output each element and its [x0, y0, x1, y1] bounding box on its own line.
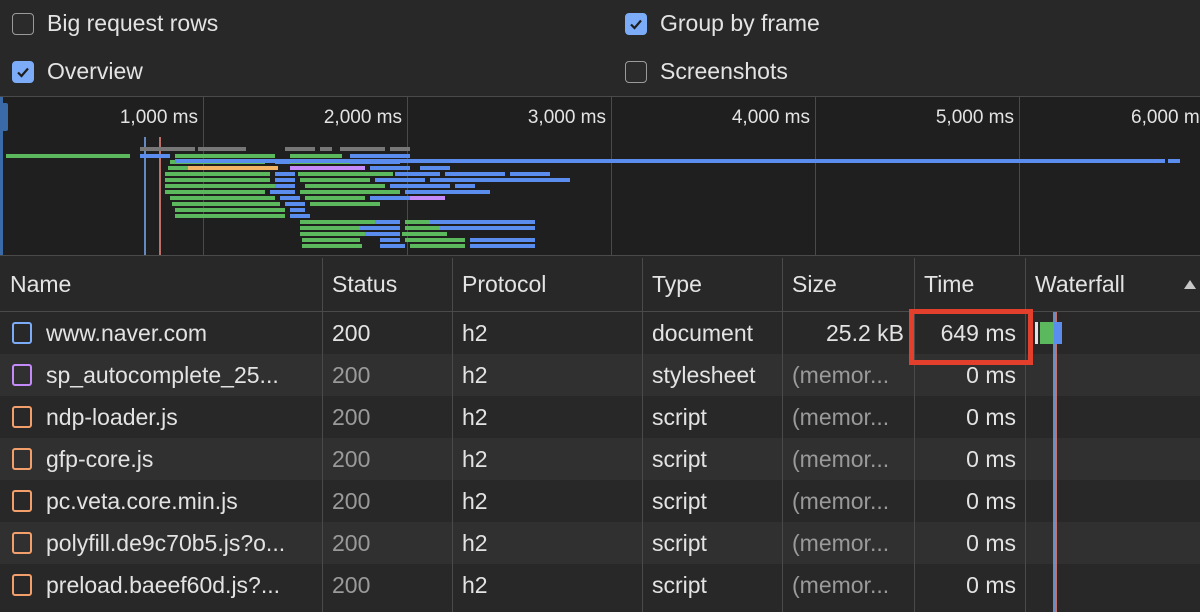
gray-bars	[140, 147, 410, 151]
request-protocol: h2	[462, 446, 488, 472]
table-row[interactable]: ndp-loader.js 200 h2 script (memor... 0 ms	[0, 396, 1200, 438]
script-icon	[12, 448, 32, 470]
waterfall-download-bar	[1054, 322, 1062, 344]
request-status: 200	[332, 404, 371, 430]
request-name[interactable]: sp_autocomplete_25...	[46, 354, 318, 396]
waterfall-header-label: Waterfall	[1035, 271, 1125, 297]
column-header-size[interactable]: Size	[782, 258, 914, 311]
big-request-rows-setting[interactable]: Big request rows	[12, 10, 218, 37]
purple-bar	[410, 196, 445, 200]
network-overview-timeline[interactable]: 1,000 ms 2,000 ms 3,000 ms 4,000 ms 5,00…	[0, 96, 1200, 256]
request-type: stylesheet	[652, 362, 756, 388]
screenshots-checkbox[interactable]	[625, 60, 647, 83]
big-request-rows-label: Big request rows	[47, 10, 219, 36]
request-protocol: h2	[462, 488, 488, 514]
request-name[interactable]: polyfill.de9c70b5.js?o...	[46, 522, 318, 564]
sort-ascending-icon	[1184, 280, 1196, 289]
request-name[interactable]: pc.veta.core.min.js	[46, 480, 318, 522]
request-time: 0 ms	[966, 404, 1016, 430]
request-size: (memor...	[792, 362, 890, 388]
screenshots-label: Screenshots	[660, 58, 788, 84]
column-divider[interactable]	[322, 258, 323, 612]
column-divider[interactable]	[642, 258, 643, 612]
request-type: script	[652, 446, 707, 472]
column-header-name[interactable]: Name	[0, 258, 322, 311]
request-size: (memor...	[792, 404, 890, 430]
request-status: 200	[332, 320, 371, 346]
group-by-frame-checkbox[interactable]	[625, 12, 647, 35]
request-status: 200	[332, 446, 371, 472]
overview-checkbox[interactable]	[12, 60, 34, 83]
checkmark-icon	[630, 19, 642, 30]
request-protocol: h2	[462, 362, 488, 388]
script-icon	[12, 406, 32, 428]
request-status: 200	[332, 530, 371, 556]
request-time: 0 ms	[966, 530, 1016, 556]
time-highlight-box	[909, 309, 1033, 365]
request-size: (memor...	[792, 488, 890, 514]
script-icon	[12, 532, 32, 554]
overview-request-bars	[6, 137, 1180, 255]
request-type: script	[652, 404, 707, 430]
request-name[interactable]: preload.baeef60d.js?...	[46, 564, 318, 606]
request-name[interactable]: gfp-core.js	[46, 438, 318, 480]
table-header: Name Status Protocol Type Size Time Wate…	[0, 258, 1200, 312]
orange-bar	[188, 166, 278, 170]
table-row[interactable]: polyfill.de9c70b5.js?o... 200 h2 script (mem…	[0, 522, 1200, 564]
stylesheet-icon	[12, 364, 32, 386]
column-header-time[interactable]: Time	[914, 258, 1025, 311]
request-type: document	[652, 320, 754, 346]
document-icon	[12, 322, 32, 344]
request-size: (memor...	[792, 446, 890, 472]
request-type: script	[652, 530, 707, 556]
script-icon	[12, 490, 32, 512]
table-row[interactable]: preload.baeef60d.js?... 200 h2 script (memor…	[0, 564, 1200, 606]
request-protocol: h2	[462, 320, 488, 346]
column-header-status[interactable]: Status	[322, 258, 452, 311]
column-divider[interactable]	[782, 258, 783, 612]
request-time: 0 ms	[966, 488, 1016, 514]
request-type: script	[652, 572, 707, 598]
request-time: 0 ms	[966, 446, 1016, 472]
request-name[interactable]: www.naver.com	[46, 312, 318, 354]
request-protocol: h2	[462, 572, 488, 598]
request-time: 0 ms	[966, 572, 1016, 598]
request-protocol: h2	[462, 530, 488, 556]
script-icon	[12, 574, 32, 596]
big-request-rows-checkbox[interactable]	[12, 12, 34, 35]
waterfall-queue-bar	[1035, 322, 1038, 344]
group-by-frame-setting[interactable]: Group by frame	[625, 10, 820, 37]
request-name[interactable]: ndp-loader.js	[46, 396, 318, 438]
request-size: (memor...	[792, 572, 890, 598]
request-size: 25.2 kB	[826, 320, 904, 346]
group-by-frame-label: Group by frame	[660, 10, 820, 36]
request-size: (memor...	[792, 530, 890, 556]
network-settings-panel: Big request rows Group by frame Overview…	[0, 0, 1200, 96]
table-row[interactable]: pc.veta.core.min.js 200 h2 script (memor... 0…	[0, 480, 1200, 522]
request-protocol: h2	[462, 404, 488, 430]
waterfall-column	[1035, 312, 1062, 612]
table-row[interactable]: gfp-core.js 200 h2 script (memor... 0 ms	[0, 438, 1200, 480]
checkmark-icon	[17, 67, 29, 78]
request-type: script	[652, 488, 707, 514]
request-status: 200	[332, 572, 371, 598]
column-header-waterfall[interactable]: Waterfall	[1025, 258, 1200, 311]
column-divider[interactable]	[452, 258, 453, 612]
column-header-type[interactable]: Type	[642, 258, 782, 311]
screenshots-setting[interactable]: Screenshots	[625, 58, 788, 85]
overview-setting[interactable]: Overview	[12, 58, 143, 85]
column-header-protocol[interactable]: Protocol	[452, 258, 642, 311]
overview-label: Overview	[47, 58, 143, 84]
request-status: 200	[332, 488, 371, 514]
waterfall-waiting-bar	[1040, 322, 1054, 344]
purple-bar	[290, 166, 365, 170]
request-status: 200	[332, 362, 371, 388]
